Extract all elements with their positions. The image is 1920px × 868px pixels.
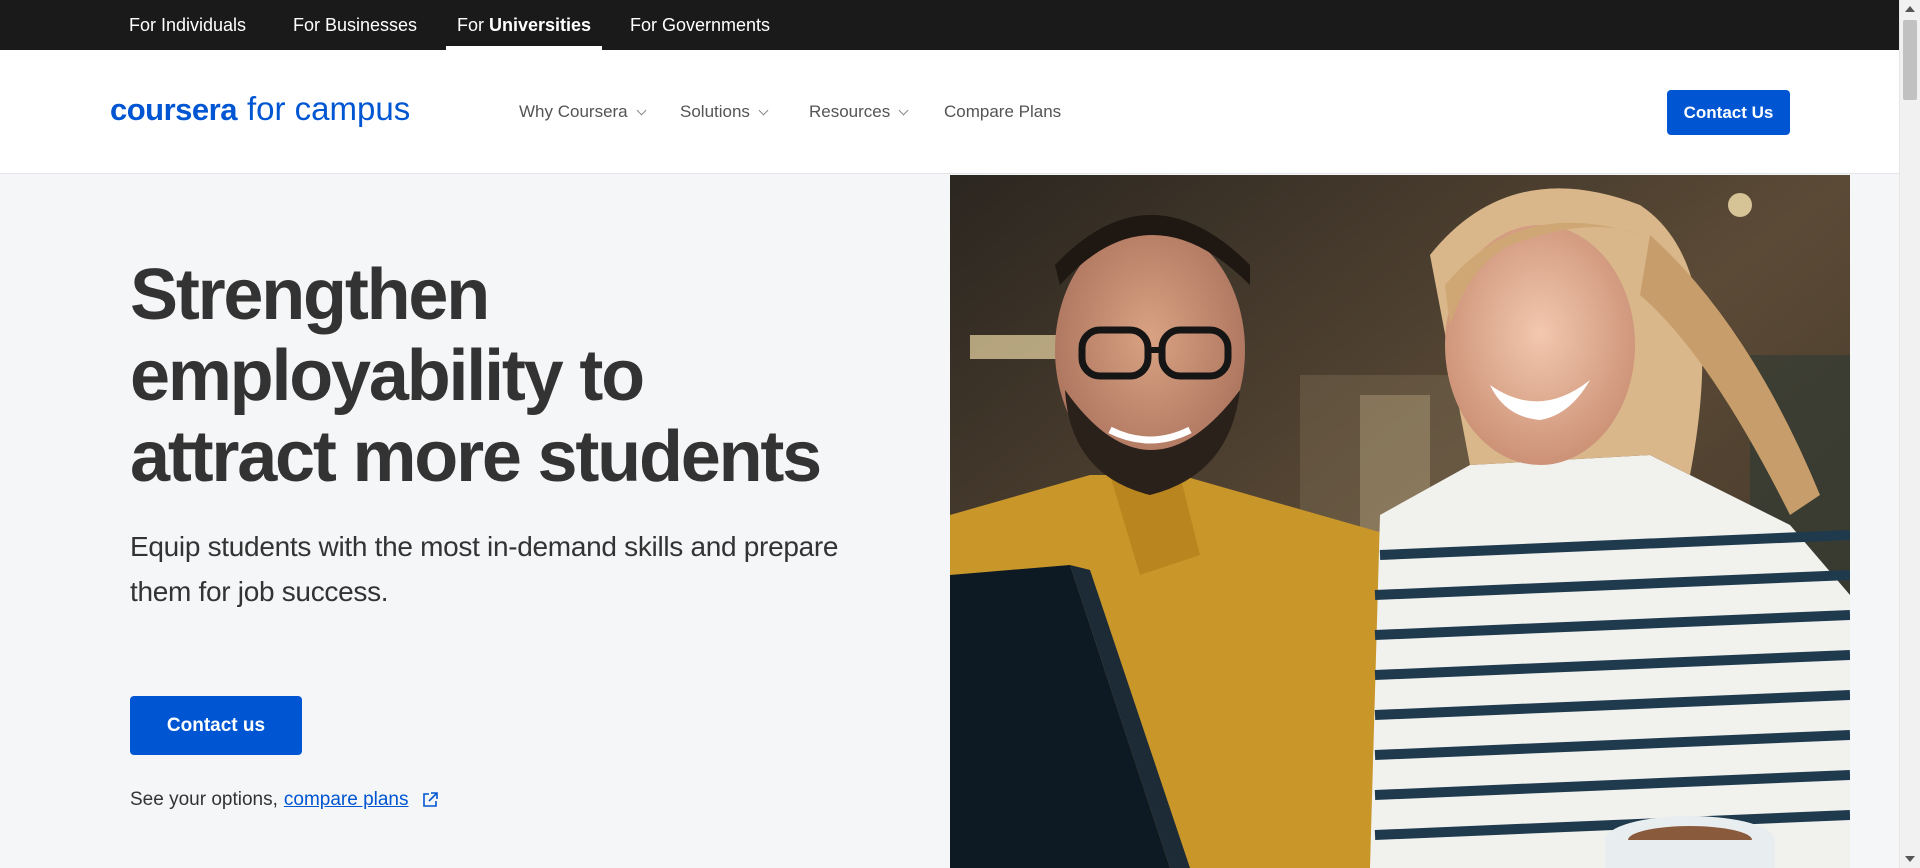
compare-options: See your options, compare plans xyxy=(130,787,439,813)
page-scrollbar[interactable] xyxy=(1899,0,1920,868)
tab-prefix: For xyxy=(457,15,490,35)
nav-label: Why Coursera xyxy=(519,102,628,121)
hero-title-line: employability to xyxy=(130,336,645,416)
hero-subtitle-line: Equip students with the most in-demand s… xyxy=(130,531,839,562)
hero-title-line: Strengthen xyxy=(130,255,490,335)
tab-for-individuals[interactable]: For Individuals xyxy=(118,0,257,50)
nav-label: Solutions xyxy=(680,102,750,121)
tab-for-governments[interactable]: For Governments xyxy=(619,0,781,50)
scroll-down-arrow-icon[interactable] xyxy=(1905,856,1915,862)
scrollbar-thumb[interactable] xyxy=(1903,20,1917,100)
hero-title-line: attract more students xyxy=(130,417,822,497)
chevron-down-icon xyxy=(758,105,769,115)
nav-solutions[interactable]: Solutions xyxy=(680,99,769,125)
scroll-up-arrow-icon[interactable] xyxy=(1905,6,1915,12)
external-link-icon[interactable] xyxy=(421,791,439,809)
hero-subtitle-line: them for job success. xyxy=(130,576,389,607)
nav-resources[interactable]: Resources xyxy=(809,99,909,125)
tab-for-businesses[interactable]: For Businesses xyxy=(282,0,428,50)
hero-subtitle: Equip students with the most in-demand s… xyxy=(130,524,870,614)
nav-why-coursera[interactable]: Why Coursera xyxy=(519,99,647,125)
contact-us-button[interactable]: Contact Us xyxy=(1667,90,1790,135)
compare-plans-link[interactable]: compare plans xyxy=(284,789,409,811)
nav-label: Compare Plans xyxy=(944,102,1062,121)
chevron-down-icon xyxy=(898,105,909,115)
nav-label: Resources xyxy=(809,102,891,121)
hero-title: Strengthen employability to attract more… xyxy=(130,255,890,498)
tab-for-universities[interactable]: For Universities xyxy=(446,0,603,50)
hero-contact-button[interactable]: Contact us xyxy=(130,696,302,755)
logo-brand: coursera xyxy=(110,92,237,127)
coursera-campus-logo[interactable]: coursera for campus xyxy=(110,90,410,130)
tab-bold-label: Universities xyxy=(489,15,592,35)
hero-photo-students-laptop xyxy=(950,175,1850,868)
audience-bar: For Individuals For Businesses For Unive… xyxy=(0,0,1899,50)
nav-compare-plans[interactable]: Compare Plans xyxy=(944,99,1061,125)
options-prefix: See your options, xyxy=(130,789,278,810)
logo-sub: for campus xyxy=(246,90,411,127)
site-header: coursera for campus Why Coursera Solutio… xyxy=(0,50,1899,174)
chevron-down-icon xyxy=(636,105,647,115)
